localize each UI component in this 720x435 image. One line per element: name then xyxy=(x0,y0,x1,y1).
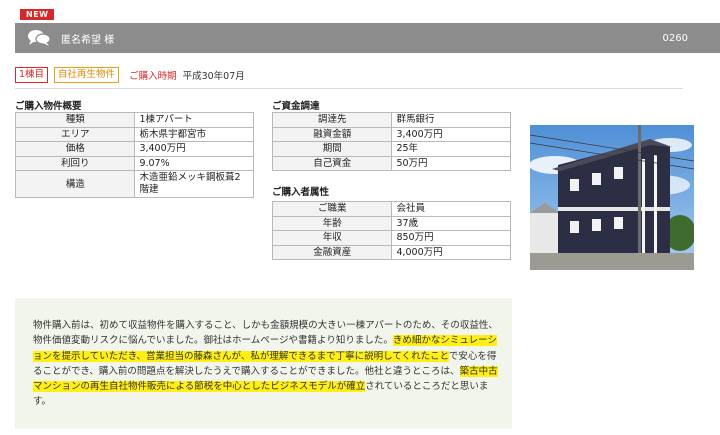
row-value: 25年 xyxy=(391,141,511,157)
row-key: 期間 xyxy=(271,141,393,157)
row-key: 自己資金 xyxy=(271,155,393,171)
tag-row: 1棟目 自社再生物件 ご購入時期 平成30年07月 xyxy=(15,67,245,83)
row-key: 種類 xyxy=(14,112,136,128)
property-overview-table: 種類 1棟アパート エリア 栃木県宇都宮市 価格 3,400万円 利回り 9.07% 構… xyxy=(14,112,254,198)
first-building-tag: 1棟目 xyxy=(15,67,49,83)
table-row: 金融資産 4,000万円 xyxy=(271,244,511,260)
customer-comment: 物件購入前は、初めて収益物件を購入すること、しかも金額規模の大きい一棟アパートの… xyxy=(15,298,512,429)
row-value: 850万円 xyxy=(391,230,511,246)
chat-bubbles-icon xyxy=(28,30,51,46)
table-row: 期間 25年 xyxy=(271,141,511,157)
row-key: 年収 xyxy=(271,230,393,246)
row-value: 群馬銀行 xyxy=(391,112,511,128)
row-value: 4,000万円 xyxy=(391,244,511,260)
property-type-tag: 自社再生物件 xyxy=(54,67,120,83)
table-row: 自己資金 50万円 xyxy=(271,155,511,171)
table-row: 年収 850万円 xyxy=(271,230,511,246)
row-key: 利回り xyxy=(14,155,136,171)
purchase-period-label: ご購入時期 xyxy=(129,71,177,82)
table-row: エリア 栃木県宇都宮市 xyxy=(14,126,254,142)
row-key: 調達先 xyxy=(271,112,393,128)
row-value: 3,400万円 xyxy=(134,141,254,157)
row-value: 栃木県宇都宮市 xyxy=(134,126,254,142)
row-value: 37歳 xyxy=(391,215,511,231)
row-value: 9.07% xyxy=(134,155,254,171)
buyer-attributes-table: ご職業 会社員 年齢 37歳 年収 850万円 金融資産 4,000万円 xyxy=(271,201,511,260)
row-key: 金融資産 xyxy=(271,244,393,260)
buyer-attributes-title: ご購入者属性 xyxy=(272,187,330,198)
property-overview-title: ご購入物件概要 xyxy=(15,101,82,112)
row-value: 50万円 xyxy=(391,155,511,171)
row-key: 年齢 xyxy=(271,215,393,231)
row-key: 構造 xyxy=(14,170,136,198)
purchase-period-value: 平成30年07月 xyxy=(182,71,245,82)
table-row: 価格 3,400万円 xyxy=(14,141,254,157)
row-value: 3,400万円 xyxy=(391,126,511,142)
table-row: 融資金額 3,400万円 xyxy=(271,126,511,142)
table-row: 構造 木造亜鉛メッキ鋼板葺2階建 xyxy=(14,170,254,198)
row-key: ご職業 xyxy=(271,201,393,217)
funding-title: ご資金調達 xyxy=(272,101,320,112)
funding-table: 調達先 群馬銀行 融資金額 3,400万円 期間 25年 自己資金 50万円 xyxy=(271,112,511,171)
new-badge: NEW xyxy=(20,9,55,20)
row-value: 1棟アパート xyxy=(134,112,254,128)
customer-header: 匿名希望 様 0260 xyxy=(15,23,720,53)
row-key: 価格 xyxy=(14,141,136,157)
table-row: 調達先 群馬銀行 xyxy=(271,112,511,128)
table-row: 種類 1棟アパート xyxy=(14,112,254,128)
row-value: 木造亜鉛メッキ鋼板葺2階建 xyxy=(134,170,254,198)
row-key: 融資金額 xyxy=(271,126,393,142)
table-row: 年齢 37歳 xyxy=(271,215,511,231)
divider xyxy=(15,88,683,89)
table-row: ご職業 会社員 xyxy=(271,201,511,217)
row-key: エリア xyxy=(14,126,136,142)
record-id: 0260 xyxy=(662,32,688,44)
customer-name: 匿名希望 様 xyxy=(61,34,115,46)
row-value: 会社員 xyxy=(391,201,511,217)
table-row: 利回り 9.07% xyxy=(14,155,254,171)
property-photo xyxy=(530,125,694,270)
